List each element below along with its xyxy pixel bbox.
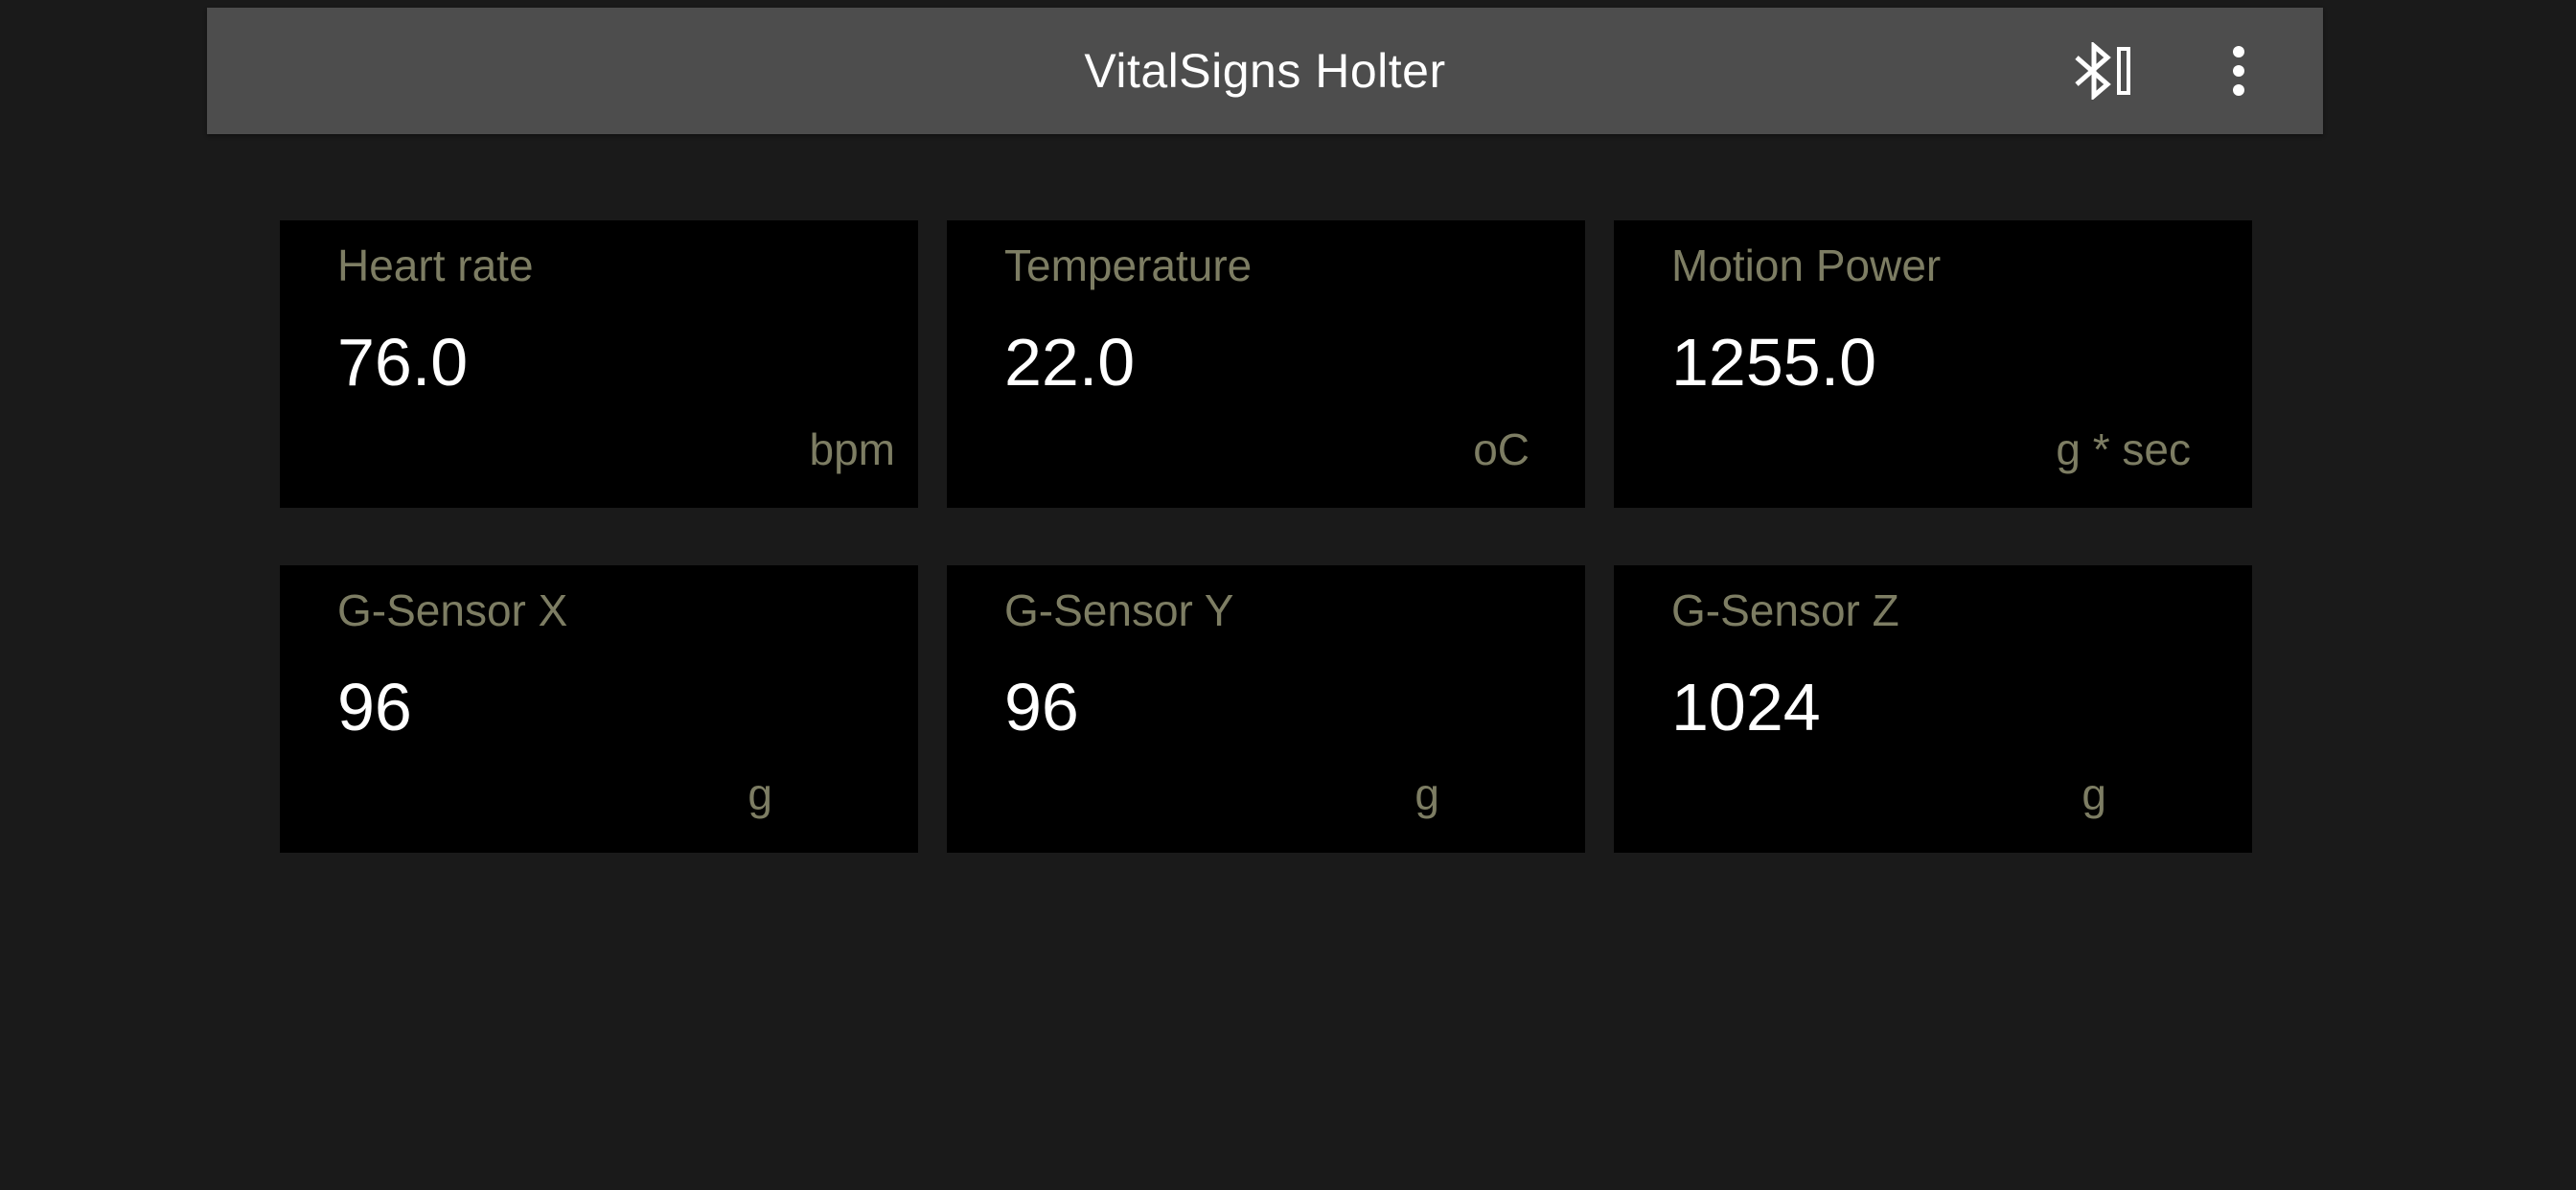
tile-unit: bpm [809, 424, 895, 474]
tile-unit: g [1414, 769, 1439, 819]
g-sensor-x-tile: G-Sensor X 96 g [280, 565, 918, 853]
tile-label: Motion Power [1671, 240, 1942, 290]
tile-unit: g * sec [2056, 424, 2191, 474]
tile-unit: g [2082, 769, 2106, 819]
motion-power-tile: Motion Power 1255.0 g * sec [1614, 220, 2252, 508]
more-options-button[interactable] [2204, 36, 2273, 105]
app-bar: VitalSigns Holter [207, 8, 2323, 134]
tile-label: Heart rate [337, 240, 534, 290]
tile-value: 96 [1004, 670, 1079, 744]
app-title: VitalSigns Holter [1084, 44, 1446, 98]
more-vertical-icon [2233, 46, 2244, 96]
temperature-tile: Temperature 22.0 oC [947, 220, 1585, 508]
tile-value: 1255.0 [1671, 325, 1877, 400]
bluetooth-icon [2075, 42, 2130, 100]
tile-value: 76.0 [337, 325, 469, 400]
tile-value: 96 [337, 670, 412, 744]
heart-rate-tile: Heart rate 76.0 bpm [280, 220, 918, 508]
bluetooth-button[interactable] [2047, 36, 2162, 105]
tile-value: 22.0 [1004, 325, 1136, 400]
tile-label: G-Sensor Z [1671, 585, 1899, 635]
tile-unit: oC [1473, 424, 1530, 474]
tile-label: G-Sensor Y [1004, 585, 1234, 635]
g-sensor-z-tile: G-Sensor Z 1024 g [1614, 565, 2252, 853]
tile-unit: g [748, 769, 772, 819]
tile-label: G-Sensor X [337, 585, 568, 635]
g-sensor-y-tile: G-Sensor Y 96 g [947, 565, 1585, 853]
tile-label: Temperature [1004, 240, 1253, 290]
tile-value: 1024 [1671, 670, 1821, 744]
